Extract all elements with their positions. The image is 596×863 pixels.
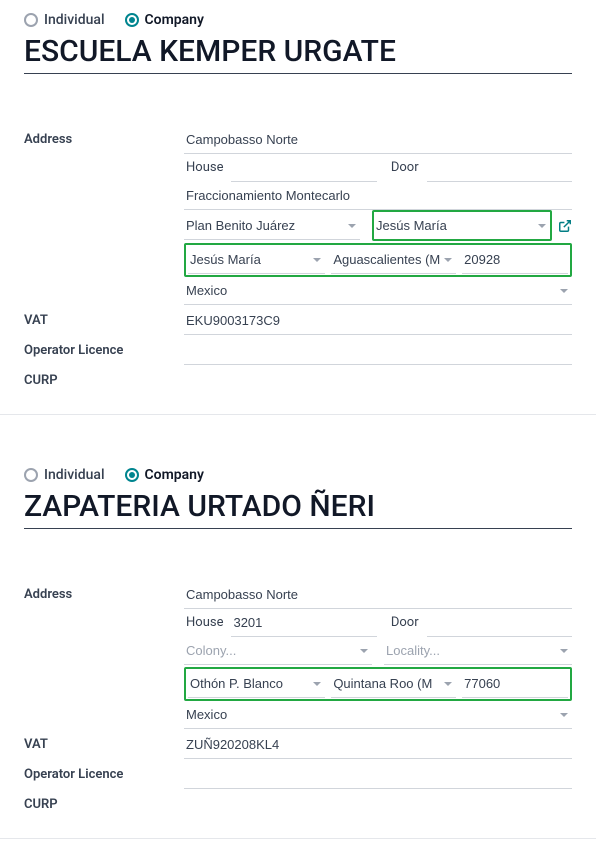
label-operator: Operator Licence	[24, 337, 184, 358]
chevron-down-icon	[444, 682, 452, 686]
radio-company[interactable]: Company	[125, 467, 204, 483]
label-vat: VAT	[24, 731, 184, 752]
row-operator: Operator Licence	[24, 761, 572, 789]
chevron-down-icon	[313, 682, 321, 686]
house-label: House	[184, 609, 231, 637]
row-address: Address House Door	[24, 126, 572, 305]
chevron-down-icon	[444, 258, 452, 262]
door-label: Door	[389, 154, 427, 182]
zip-input[interactable]	[462, 670, 568, 698]
radio-individual[interactable]: Individual	[24, 12, 105, 28]
radio-circle-individual	[24, 13, 38, 27]
door-input[interactable]	[427, 609, 572, 637]
chevron-down-icon	[538, 224, 546, 228]
state-select[interactable]	[331, 246, 456, 274]
label-vat: VAT	[24, 307, 184, 328]
street2-input[interactable]	[184, 182, 572, 210]
radio-circle-company	[125, 13, 139, 27]
chevron-down-icon	[348, 224, 356, 228]
label-address: Address	[24, 581, 184, 602]
street-input[interactable]	[184, 581, 572, 609]
label-operator: Operator Licence	[24, 761, 184, 782]
locality-select[interactable]	[374, 212, 550, 239]
house-input[interactable]	[231, 609, 376, 637]
house-input[interactable]	[231, 154, 376, 182]
house-label: House	[184, 154, 231, 182]
radio-individual[interactable]: Individual	[24, 467, 105, 483]
colony-select[interactable]	[184, 212, 360, 240]
chevron-down-icon	[313, 258, 321, 262]
country-select[interactable]	[184, 277, 572, 305]
address-fields: House Door	[184, 581, 572, 729]
radio-company[interactable]: Company	[125, 12, 204, 28]
external-link-icon[interactable]	[558, 219, 572, 233]
radio-circle-company	[125, 468, 139, 482]
radio-circle-individual	[24, 468, 38, 482]
row-operator: Operator Licence	[24, 337, 572, 365]
operator-input[interactable]	[184, 761, 572, 789]
form-body: Address House Door	[24, 126, 572, 394]
row-curp: CURP	[24, 791, 572, 818]
chevron-down-icon	[560, 649, 568, 653]
chevron-down-icon	[360, 649, 368, 653]
city-select[interactable]	[188, 246, 325, 274]
label-curp: CURP	[24, 367, 184, 388]
street-input[interactable]	[184, 126, 572, 154]
operator-input[interactable]	[184, 337, 572, 365]
radio-label-individual: Individual	[44, 12, 105, 28]
contact-type-radios: Individual Company	[24, 467, 572, 483]
company-name-title[interactable]: ZAPATERIA URTADO ÑERI	[24, 489, 572, 529]
chevron-down-icon	[560, 289, 568, 293]
zip-input[interactable]	[462, 246, 568, 274]
state-select[interactable]	[331, 670, 456, 698]
row-curp: CURP	[24, 367, 572, 394]
chevron-down-icon	[560, 713, 568, 717]
record-1: Individual Company ESCUELA KEMPER URGATE…	[0, 0, 596, 415]
row-address: Address House Door	[24, 581, 572, 729]
address-fields: House Door	[184, 126, 572, 305]
city-state-zip-row	[184, 667, 572, 701]
vat-input[interactable]	[184, 731, 572, 759]
row-vat: VAT	[24, 731, 572, 759]
city-select[interactable]	[188, 670, 325, 698]
label-curp: CURP	[24, 791, 184, 812]
curp-input[interactable]	[184, 367, 572, 394]
vat-input[interactable]	[184, 307, 572, 335]
label-address: Address	[24, 126, 184, 147]
row-vat: VAT	[24, 307, 572, 335]
radio-label-individual: Individual	[44, 467, 105, 483]
radio-label-company: Company	[145, 12, 204, 28]
company-name-title[interactable]: ESCUELA KEMPER URGATE	[24, 34, 572, 74]
record-2: Individual Company ZAPATERIA URTADO ÑERI…	[0, 415, 596, 839]
country-select[interactable]	[184, 701, 572, 729]
door-input[interactable]	[427, 154, 572, 182]
curp-input[interactable]	[184, 791, 572, 818]
door-label: Door	[389, 609, 427, 637]
city-state-zip-row	[184, 243, 572, 277]
locality-select[interactable]	[384, 637, 572, 665]
colony-select[interactable]	[184, 637, 372, 665]
form-body: Address House Door	[24, 581, 572, 818]
contact-type-radios: Individual Company	[24, 12, 572, 28]
radio-label-company: Company	[145, 467, 204, 483]
